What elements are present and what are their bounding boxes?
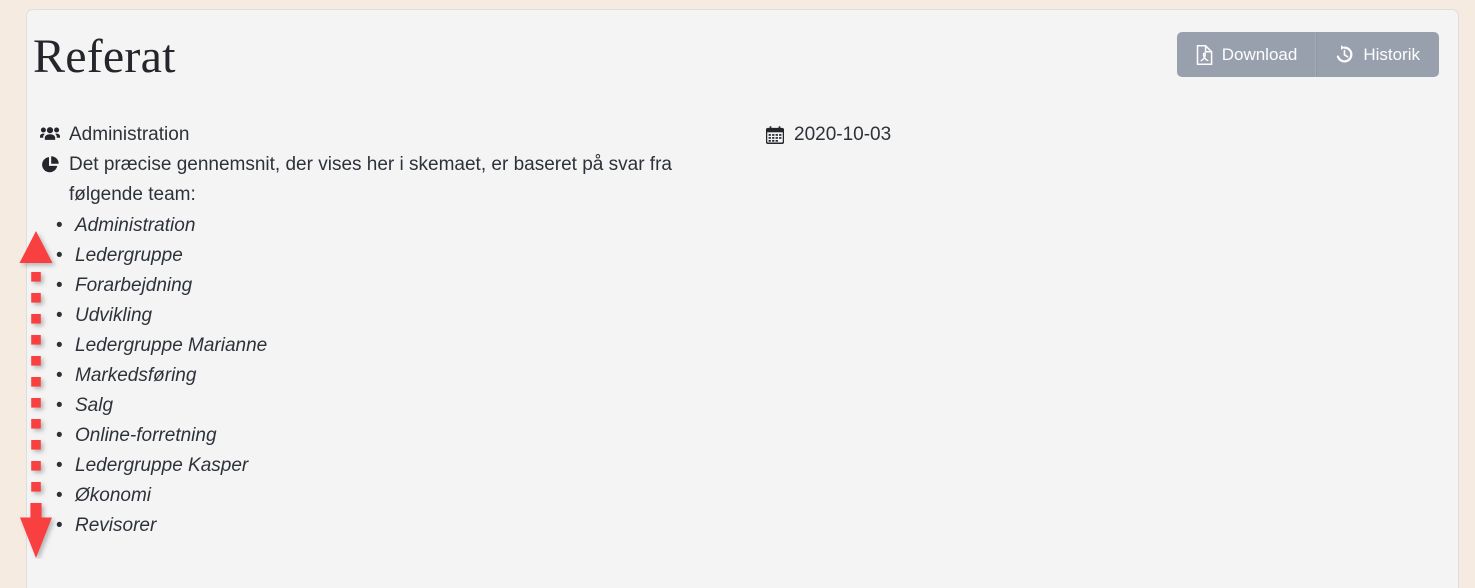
- pie-chart-icon: [39, 150, 60, 174]
- description-meta-row: Det præcise gennemsnit, der vises her i …: [39, 150, 739, 210]
- list-item: Økonomi: [56, 481, 739, 511]
- list-item: Markedsføring: [56, 361, 739, 391]
- calendar-icon: [764, 120, 785, 144]
- app-root: Referat Download Historik Administration…: [0, 0, 1475, 588]
- history-icon: [1335, 45, 1354, 64]
- referat-card: Referat Download Historik Administration…: [26, 9, 1459, 588]
- list-item: Ledergruppe: [56, 241, 739, 271]
- historik-button-label: Historik: [1363, 44, 1420, 64]
- list-item: Ledergruppe Marianne: [56, 331, 739, 361]
- meta-right-column: 2020-10-03: [764, 120, 1364, 150]
- list-item: Revisorer: [56, 511, 739, 541]
- list-item: Administration: [56, 211, 739, 241]
- description-meta-value: Det præcise gennemsnit, der vises her i …: [69, 154, 672, 205]
- page-title: Referat: [33, 30, 176, 83]
- list-item: Forarbejdning: [56, 271, 739, 301]
- team-meta-row: Administration: [39, 120, 739, 150]
- meta-left-column: Administration Det præcise gennemsnit, d…: [39, 120, 739, 541]
- header-button-group: Download Historik: [1176, 32, 1439, 77]
- list-item: Ledergruppe Kasper: [56, 451, 739, 481]
- download-button[interactable]: Download: [1176, 32, 1317, 77]
- date-meta-row: 2020-10-03: [764, 120, 1364, 150]
- pdf-file-icon: [1196, 44, 1213, 65]
- list-item: Udvikling: [56, 301, 739, 331]
- historik-button[interactable]: Historik: [1316, 32, 1439, 77]
- list-item: Online-forretning: [56, 421, 739, 451]
- card-header: Referat Download Historik: [27, 10, 1458, 120]
- download-button-label: Download: [1221, 44, 1298, 64]
- date-meta-value: 2020-10-03: [794, 124, 892, 145]
- team-meta-value: Administration: [69, 124, 190, 145]
- users-group-icon: [39, 120, 60, 141]
- list-item: Salg: [56, 391, 739, 421]
- team-list: Administration Ledergruppe Forarbejdning…: [39, 211, 739, 541]
